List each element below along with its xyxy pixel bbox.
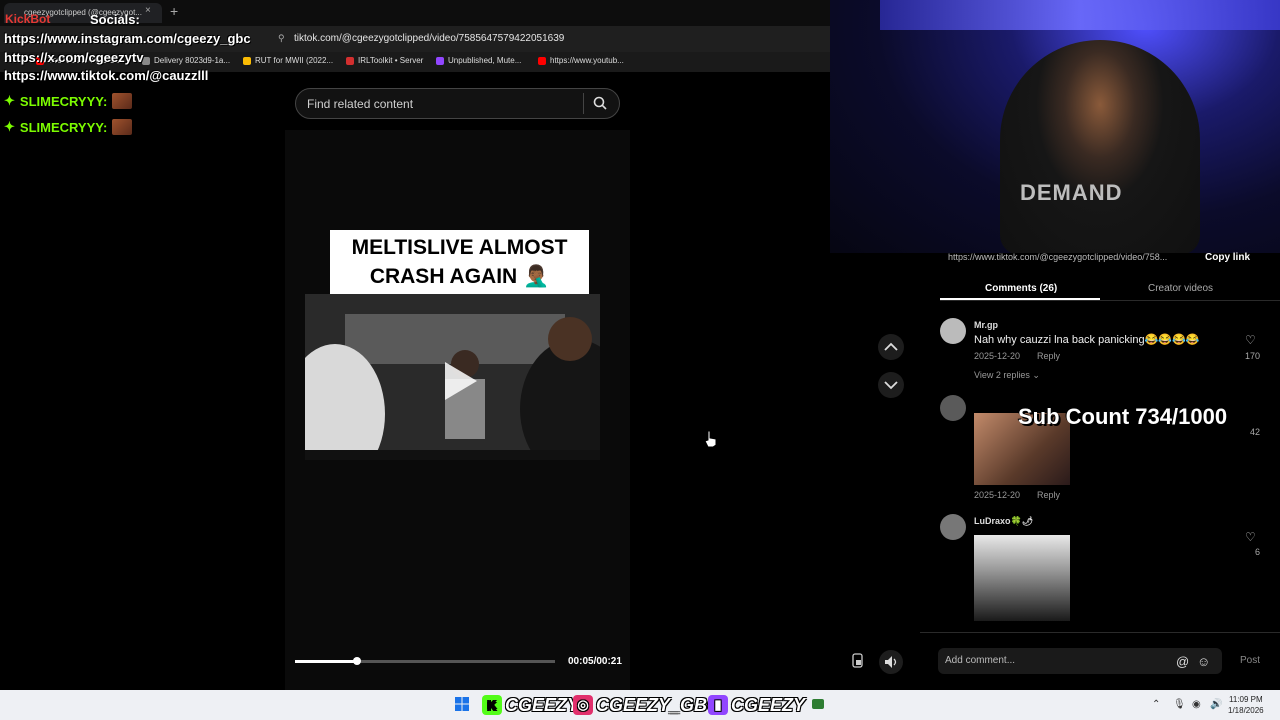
instagram-icon: ◎ <box>573 695 593 715</box>
search-icon[interactable] <box>593 96 607 110</box>
drive-icon <box>243 56 251 65</box>
clock[interactable]: 11:09 PM 1/18/2026 <box>1228 694 1264 716</box>
like-count: 6 <box>1254 547 1260 557</box>
mic-icon[interactable]: 🎙 <box>1173 699 1186 710</box>
tab-divider <box>940 300 1280 301</box>
next-video-button[interactable] <box>878 372 904 398</box>
mention-icon[interactable]: @ <box>1176 654 1189 669</box>
socials-label: Socials: <box>90 12 140 27</box>
comment-username[interactable]: LuDraxo🍀🌶 <box>974 516 1033 527</box>
kickbot-label: KickBot <box>5 12 51 26</box>
comment-username[interactable]: Mr.gp <box>974 320 998 330</box>
chat-message: ✦ SLIMECRYYY: <box>4 119 133 135</box>
comment-placeholder: Add comment... <box>945 655 1016 666</box>
volume-button[interactable] <box>879 650 903 674</box>
avatar[interactable] <box>940 395 966 421</box>
bookmark-5[interactable]: Unpublished, Mute... <box>436 56 521 65</box>
emote-icon <box>112 119 133 135</box>
sparkle-icon: ✦ <box>4 119 15 134</box>
kick-social: K CGEEZY <box>482 692 579 718</box>
previous-video-button[interactable] <box>878 334 904 360</box>
heart-icon[interactable]: ♡ <box>1245 530 1256 544</box>
wifi-icon[interactable]: ◉ <box>1192 699 1201 710</box>
twitch-social: ▮ CGEEZY <box>708 692 805 718</box>
video-caption: MELTISLIVE ALMOST CRASH AGAIN 🤦🏾‍♂️ <box>330 230 589 294</box>
progress-fill <box>295 660 358 663</box>
like-count: 42 <box>1249 427 1260 437</box>
hand-cursor-icon <box>704 430 718 448</box>
social-link-instagram: https://www.instagram.com/cgeezy_gbc <box>4 31 251 46</box>
comment-image[interactable] <box>974 535 1070 621</box>
windows-start-icon[interactable] <box>455 697 469 711</box>
taskbar-app-icon[interactable] <box>812 699 824 709</box>
bookmark-2[interactable]: Delivery 8023d9-1a... <box>142 56 230 65</box>
social-link-x: https://x.com/cgeezytv <box>4 50 144 65</box>
streamer <box>1000 40 1200 255</box>
caption-line-2: CRASH AGAIN 🤦🏾‍♂️ <box>369 265 550 288</box>
twitch-icon: ▮ <box>708 695 728 715</box>
url-text[interactable]: tiktok.com/@cgeezygotclipped/video/75856… <box>294 33 564 44</box>
reply-button[interactable]: Reply <box>1037 351 1060 361</box>
play-icon[interactable] <box>441 360 479 402</box>
avatar[interactable] <box>940 514 966 540</box>
like-count: 170 <box>1244 351 1260 361</box>
site-info-icon[interactable]: ⚲ <box>278 33 285 44</box>
kick-icon: K <box>482 695 502 715</box>
sub-count-overlay: Sub Count 734/1000 <box>1018 404 1228 429</box>
social-link-tiktok: https://www.tiktok.com/@cauzzlll <box>4 68 209 83</box>
bookmark-4[interactable]: IRLToolkit • Server <box>346 56 423 65</box>
irl-icon <box>346 56 354 65</box>
instagram-social: ◎ CGEEZY_GBC <box>573 692 720 718</box>
clock-time: 11:09 PM <box>1228 695 1263 704</box>
search-placeholder: Find related content <box>307 97 414 111</box>
youtube-icon <box>538 56 546 65</box>
comment-date: 2025-12-20 <box>974 351 1021 361</box>
tab-comments[interactable]: Comments (26) <box>985 283 1057 294</box>
emoji-icon[interactable]: ☺ <box>1197 654 1210 669</box>
avatar[interactable] <box>940 318 966 344</box>
tab-close-icon[interactable]: × <box>145 5 151 16</box>
twitch-icon <box>436 56 444 65</box>
comment-input-divider <box>920 632 1280 633</box>
emote-icon <box>112 93 133 109</box>
video-time: 00:05/00:21 <box>568 656 622 667</box>
heart-icon[interactable]: ♡ <box>1245 333 1256 347</box>
clock-date: 1/18/2026 <box>1228 706 1264 715</box>
shirt-text: DEMAND <box>1020 180 1123 205</box>
bookmark-6[interactable]: https://www.youtub... <box>538 56 624 65</box>
pip-icon[interactable] <box>850 652 866 670</box>
sparkle-icon: ✦ <box>4 93 15 108</box>
led-light-strip <box>880 0 1280 30</box>
comment-date: 2025-12-20 <box>974 490 1021 500</box>
speaker-icon[interactable]: 🔊 <box>1210 699 1222 710</box>
share-url: https://www.tiktok.com/@cgeezygotclipped… <box>948 252 1168 262</box>
bookmark-3[interactable]: RUT for MWII (2022... <box>243 56 333 65</box>
search-divider <box>583 93 584 114</box>
reply-button[interactable]: Reply <box>1037 490 1060 500</box>
new-tab-button[interactable]: + <box>170 3 178 19</box>
caption-line-1: MELTISLIVE ALMOST <box>351 236 568 259</box>
view-replies-button[interactable]: View 2 replies ⌄ <box>974 370 1040 381</box>
tab-creator-videos[interactable]: Creator videos <box>1148 283 1213 294</box>
post-button[interactable]: Post <box>1240 655 1260 666</box>
tray-chevron-icon[interactable]: ⌃ <box>1152 699 1160 710</box>
comment-text: Nah why cauzzi lna back panicking😂😂😂😂 <box>974 334 1200 346</box>
copy-link-button[interactable]: Copy link <box>1205 252 1250 263</box>
chat-message: ✦ SLIMECRYYY: <box>4 93 133 109</box>
